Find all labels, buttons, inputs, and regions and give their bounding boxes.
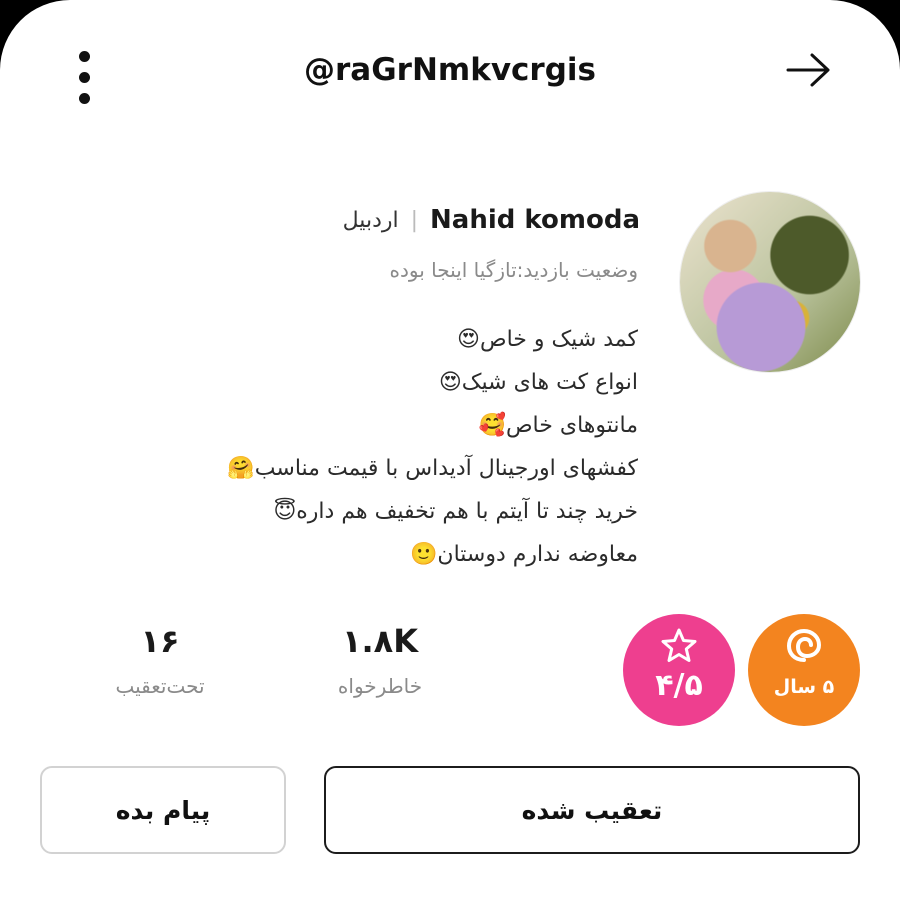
back-button[interactable] (780, 50, 850, 104)
following-stat[interactable]: ۱۶ تحت‌تعقیب (80, 622, 240, 698)
bio-line: خرید چند تا آیتم با هم تخفیف هم داره😇 (273, 499, 638, 524)
membership-badge[interactable]: ۵ سال (748, 614, 860, 726)
top-bar: @raGrNmkvcrgis (0, 30, 900, 120)
more-options-button[interactable] (62, 48, 108, 108)
bio-line: معاوضه ندارم دوستان🙂 (410, 542, 638, 567)
bio-line: کمد شیک و خاص😍 (457, 327, 638, 352)
profile-city: اردبیل (342, 207, 399, 233)
bio-line: مانتوهای خاص🥰 (478, 413, 638, 438)
visit-status: وضعیت بازدید:تازگیا اینجا بوده (389, 258, 638, 282)
profile-bio: کمد شیک و خاص😍 انواع کت های شیک😍 مانتوها… (118, 318, 638, 576)
bio-line: انواع کت های شیک😍 (438, 370, 638, 395)
followers-label: خاطرخواه (337, 674, 423, 698)
arrow-right-icon (786, 53, 830, 87)
followers-stat[interactable]: ۱.۸K خاطرخواه (300, 622, 460, 698)
profile-avatar[interactable] (680, 192, 860, 372)
spiral-icon (786, 628, 822, 662)
rating-badge[interactable]: ۴/۵ (623, 614, 735, 726)
membership-label: ۵ سال (773, 676, 835, 698)
name-separator: | (410, 207, 419, 233)
rating-value: ۴/۵ (655, 668, 703, 703)
username-title: @raGrNmkvcrgis (304, 52, 596, 88)
followers-count: ۱.۸K (341, 622, 418, 660)
name-row: Nahid komoda | اردبیل (343, 200, 640, 240)
following-count: ۱۶ (140, 622, 180, 660)
message-button[interactable]: پیام بده (40, 766, 286, 854)
profile-name: Nahid komoda (430, 205, 640, 235)
following-label: تحت‌تعقیب (115, 674, 205, 698)
bio-line: کفشهای اورجینال آدیداس با قیمت مناسب🤗 (227, 456, 638, 481)
star-icon (661, 628, 697, 662)
profile-screen: @raGrNmkvcrgis Nahid komoda | اردبیل وضع… (0, 0, 900, 900)
follow-button[interactable]: تعقیب شده (324, 766, 860, 854)
